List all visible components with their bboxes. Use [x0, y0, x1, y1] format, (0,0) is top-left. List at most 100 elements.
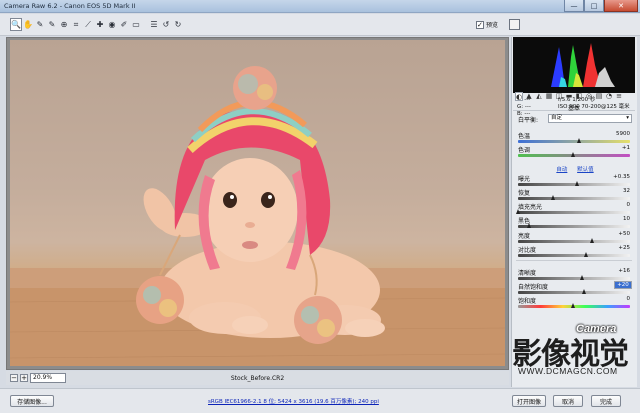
panel-tab-icon[interactable]: ◫	[555, 92, 563, 101]
brightness-label: 亮度	[518, 233, 531, 240]
preview-label: 预览	[485, 22, 498, 29]
fill_light-slider-thumb[interactable]	[516, 209, 520, 214]
preview-checkbox[interactable]: ✓	[475, 20, 484, 29]
histogram	[513, 37, 635, 93]
panel-tab-icon[interactable]: ▬	[565, 92, 573, 101]
adjustment-brush-icon[interactable]: ✐	[118, 18, 130, 31]
preview-canvas[interactable]	[6, 37, 509, 370]
fullscreen-button[interactable]	[509, 19, 520, 30]
tint-label: 色调	[518, 147, 531, 154]
canvas-statusbar: − + 20.9% Stock_Before.CR2	[6, 371, 509, 385]
straighten-tool-icon[interactable]: ⟋	[82, 18, 94, 31]
saturation-label: 饱和度	[518, 298, 537, 305]
temperature-value[interactable]: 5900	[616, 131, 630, 137]
panel-tab-icon[interactable]: ▤	[595, 92, 603, 101]
exposure-value[interactable]: +0.35	[613, 174, 630, 180]
default-link[interactable]: 默认值	[577, 167, 594, 173]
clarity-label: 清晰度	[518, 270, 537, 277]
clarity-value[interactable]: +16	[618, 268, 630, 274]
histogram-graph	[513, 37, 635, 87]
brightness-slider-track[interactable]	[518, 240, 630, 243]
fill_light-label: 填充亮光	[518, 204, 543, 211]
blacks-slider-track[interactable]	[518, 225, 630, 228]
red-eye-tool-icon[interactable]: ◉	[106, 18, 118, 31]
window-controls: — □ ✕	[564, 0, 638, 12]
panel-tab-icon[interactable]: ▦	[545, 92, 553, 101]
preferences-icon[interactable]: ☰	[148, 18, 160, 31]
hand-tool-icon[interactable]: ✋	[22, 18, 34, 31]
contrast-label: 对比度	[518, 247, 537, 254]
file-name: Stock_Before.CR2	[230, 375, 285, 382]
rotate-right-icon[interactable]: ↻	[172, 18, 184, 31]
workflow-options-link[interactable]: sRGB IEC61966-2.1 8 位; 5424 x 3616 (19.6…	[208, 397, 379, 405]
panel-divider	[516, 260, 632, 261]
crop-tool-icon[interactable]: ⌗	[70, 18, 82, 31]
exposure-slider-track[interactable]	[518, 183, 630, 186]
window-title: Camera Raw 6.2 - Canon EOS 5D Mark II	[4, 2, 136, 10]
spot-removal-tool-icon[interactable]: ✚	[94, 18, 106, 31]
contrast-value[interactable]: +25	[618, 245, 630, 251]
fill_light-value[interactable]: 0	[627, 202, 631, 208]
rotate-left-icon[interactable]: ↺	[160, 18, 172, 31]
exposure-label: 曝光	[518, 176, 531, 183]
open-image-button[interactable]: 打开图像	[512, 395, 546, 407]
exposure-slider-thumb[interactable]	[575, 181, 580, 186]
vibrance-slider-thumb[interactable]	[582, 289, 586, 294]
panel-tab-icon[interactable]: ▲	[525, 92, 533, 101]
adjustment-panel: R: --- G: --- B: --- f/5.6 1/200 秒 ISO 1…	[511, 37, 637, 387]
window-titlebar: Camera Raw 6.2 - Canon EOS 5D Mark II — …	[0, 0, 640, 13]
brightness-slider-thumb[interactable]	[589, 238, 594, 243]
blacks-slider-thumb[interactable]	[527, 223, 531, 228]
maximize-button[interactable]: □	[584, 0, 604, 12]
panel-tab-icon[interactable]: ◐	[515, 92, 523, 101]
color-sampler-tool-icon[interactable]: ✎	[46, 18, 58, 31]
saturation-slider-thumb[interactable]	[571, 303, 575, 308]
panel-tab-icon[interactable]: ◧	[575, 92, 583, 101]
clarity-slider-track[interactable]	[518, 277, 630, 280]
vibrance-slider-track[interactable]	[518, 291, 630, 294]
white-balance-tool-icon[interactable]: ✎	[34, 18, 46, 31]
saturation-value[interactable]: 0	[627, 296, 631, 302]
temperature-slider-thumb[interactable]	[576, 138, 581, 143]
cancel-button[interactable]: 取消	[553, 395, 583, 407]
close-button[interactable]: ✕	[604, 0, 638, 12]
vibrance-label: 自然饱和度	[518, 284, 549, 291]
section-title-basic: 基本	[513, 103, 635, 112]
photo-preview[interactable]	[10, 40, 505, 366]
contrast-slider-thumb[interactable]	[584, 252, 589, 257]
recovery-slider-track[interactable]	[518, 197, 630, 200]
blacks-value[interactable]: 10	[623, 216, 630, 222]
contrast-slider-track[interactable]	[518, 254, 630, 257]
done-button[interactable]: 完成	[591, 395, 621, 407]
white-balance-label: 白平衡:	[518, 117, 539, 124]
recovery-value[interactable]: 32	[623, 188, 630, 194]
panel-tab-icon[interactable]: ◎	[585, 92, 593, 101]
graduated-filter-icon[interactable]: ▭	[130, 18, 142, 31]
vibrance-value[interactable]: +20	[614, 281, 632, 289]
save-image-button[interactable]: 存储图像...	[10, 395, 54, 407]
chevron-down-icon: ▾	[626, 115, 629, 121]
tint-slider-thumb[interactable]	[571, 152, 575, 157]
auto-link[interactable]: 自动	[556, 167, 567, 173]
recovery-slider-thumb[interactable]	[551, 195, 556, 200]
temperature-label: 色温	[518, 133, 531, 140]
footer-bar: 存储图像... sRGB IEC61966-2.1 8 位; 5424 x 36…	[0, 388, 640, 413]
toolbar: ✓ 预览 🔍 ✋ ✎ ✎ ⊕ ⌗ ⟋ ✚ ◉ ✐ ▭ ☰ ↺ ↻	[0, 14, 640, 36]
tint-value[interactable]: +1	[622, 145, 630, 151]
panel-tab-icon[interactable]: ◔	[605, 92, 613, 101]
baby-photo-image	[10, 66, 505, 366]
panel-tab-icon[interactable]: ≡	[615, 92, 623, 101]
recovery-label: 恢复	[518, 190, 531, 197]
temperature-slider-track[interactable]	[518, 140, 630, 143]
brightness-value[interactable]: +50	[618, 231, 630, 237]
panel-tab-icon[interactable]: ◭	[535, 92, 543, 101]
clarity-slider-thumb[interactable]	[579, 275, 584, 280]
auto-default-links: 自动 默认值	[512, 165, 638, 173]
targeted-adjustment-tool-icon[interactable]: ⊕	[58, 18, 70, 31]
fill_light-slider-track[interactable]	[518, 211, 630, 214]
white-balance-select[interactable]: 自定 ▾	[548, 114, 632, 123]
zoom-tool-icon[interactable]: 🔍	[10, 18, 22, 31]
panel-tabs: ◐ ▲ ◭ ▦ ◫ ▬ ◧ ◎ ▤ ◔ ≡	[513, 92, 637, 103]
minimize-button[interactable]: —	[564, 0, 584, 12]
preview-toggle[interactable]: ✓ 预览	[475, 20, 498, 29]
